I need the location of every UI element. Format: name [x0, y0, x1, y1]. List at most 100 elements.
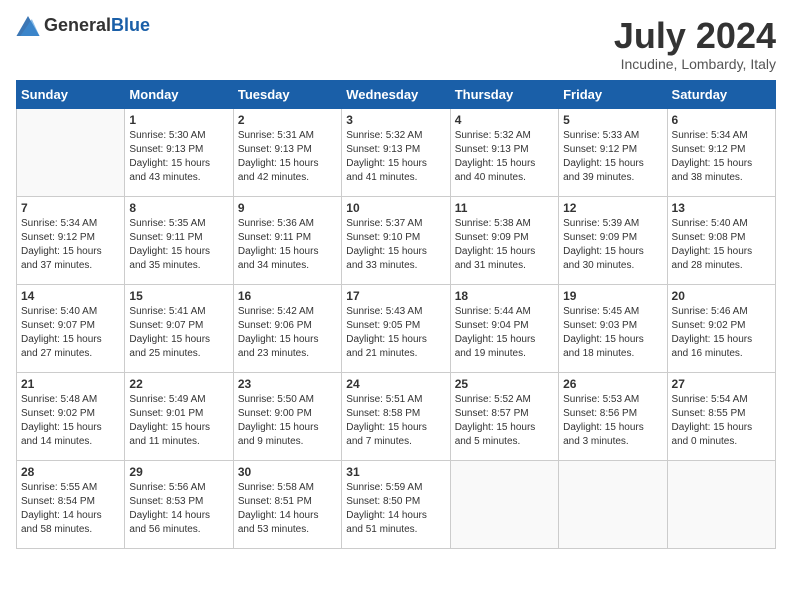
day-info: Sunrise: 5:35 AM Sunset: 9:11 PM Dayligh… [129, 217, 228, 273]
day-number: 3 [346, 113, 445, 127]
sunrise: Sunrise: 5:42 AM [238, 306, 314, 317]
sunset: Sunset: 9:01 PM [129, 408, 203, 419]
day-cell-0-3: 3 Sunrise: 5:32 AM Sunset: 9:13 PM Dayli… [342, 108, 450, 196]
day-info: Sunrise: 5:55 AM Sunset: 8:54 PM Dayligh… [21, 481, 120, 537]
day-info: Sunrise: 5:48 AM Sunset: 9:02 PM Dayligh… [21, 393, 120, 449]
col-monday: Monday [125, 80, 233, 108]
day-number: 16 [238, 289, 337, 303]
daylight: Daylight: 15 hours and 25 minutes. [129, 334, 210, 359]
logo: GeneralBlue [16, 16, 150, 36]
daylight: Daylight: 15 hours and 21 minutes. [346, 334, 427, 359]
daylight: Daylight: 14 hours and 58 minutes. [21, 510, 102, 535]
daylight: Daylight: 15 hours and 43 minutes. [129, 158, 210, 183]
day-number: 5 [563, 113, 662, 127]
day-info: Sunrise: 5:33 AM Sunset: 9:12 PM Dayligh… [563, 129, 662, 185]
daylight: Daylight: 15 hours and 27 minutes. [21, 334, 102, 359]
day-cell-3-3: 24 Sunrise: 5:51 AM Sunset: 8:58 PM Dayl… [342, 372, 450, 460]
sunset: Sunset: 9:09 PM [563, 232, 637, 243]
daylight: Daylight: 15 hours and 18 minutes. [563, 334, 644, 359]
day-info: Sunrise: 5:49 AM Sunset: 9:01 PM Dayligh… [129, 393, 228, 449]
daylight: Daylight: 15 hours and 41 minutes. [346, 158, 427, 183]
page-header: GeneralBlue July 2024 Incudine, Lombardy… [16, 16, 776, 72]
daylight: Daylight: 15 hours and 40 minutes. [455, 158, 536, 183]
sunrise: Sunrise: 5:31 AM [238, 130, 314, 141]
day-cell-2-3: 17 Sunrise: 5:43 AM Sunset: 9:05 PM Dayl… [342, 284, 450, 372]
sunset: Sunset: 8:50 PM [346, 496, 420, 507]
day-number: 4 [455, 113, 554, 127]
day-info: Sunrise: 5:32 AM Sunset: 9:13 PM Dayligh… [455, 129, 554, 185]
day-number: 24 [346, 377, 445, 391]
day-cell-4-1: 29 Sunrise: 5:56 AM Sunset: 8:53 PM Dayl… [125, 460, 233, 548]
day-info: Sunrise: 5:40 AM Sunset: 9:08 PM Dayligh… [672, 217, 771, 273]
day-cell-1-4: 11 Sunrise: 5:38 AM Sunset: 9:09 PM Dayl… [450, 196, 558, 284]
daylight: Daylight: 15 hours and 16 minutes. [672, 334, 753, 359]
title-block: July 2024 Incudine, Lombardy, Italy [614, 16, 776, 72]
daylight: Daylight: 15 hours and 14 minutes. [21, 422, 102, 447]
day-cell-3-4: 25 Sunrise: 5:52 AM Sunset: 8:57 PM Dayl… [450, 372, 558, 460]
day-number: 23 [238, 377, 337, 391]
day-number: 12 [563, 201, 662, 215]
day-number: 8 [129, 201, 228, 215]
daylight: Daylight: 15 hours and 33 minutes. [346, 246, 427, 271]
sunset: Sunset: 9:06 PM [238, 320, 312, 331]
day-number: 10 [346, 201, 445, 215]
day-info: Sunrise: 5:31 AM Sunset: 9:13 PM Dayligh… [238, 129, 337, 185]
daylight: Daylight: 15 hours and 35 minutes. [129, 246, 210, 271]
week-row-3: 21 Sunrise: 5:48 AM Sunset: 9:02 PM Dayl… [17, 372, 776, 460]
sunrise: Sunrise: 5:51 AM [346, 394, 422, 405]
daylight: Daylight: 15 hours and 34 minutes. [238, 246, 319, 271]
sunrise: Sunrise: 5:34 AM [21, 218, 97, 229]
sunset: Sunset: 9:13 PM [238, 144, 312, 155]
sunrise: Sunrise: 5:34 AM [672, 130, 748, 141]
sunrise: Sunrise: 5:38 AM [455, 218, 531, 229]
sunrise: Sunrise: 5:52 AM [455, 394, 531, 405]
day-cell-0-6: 6 Sunrise: 5:34 AM Sunset: 9:12 PM Dayli… [667, 108, 775, 196]
daylight: Daylight: 15 hours and 39 minutes. [563, 158, 644, 183]
sunset: Sunset: 9:02 PM [672, 320, 746, 331]
day-cell-2-4: 18 Sunrise: 5:44 AM Sunset: 9:04 PM Dayl… [450, 284, 558, 372]
sunset: Sunset: 9:05 PM [346, 320, 420, 331]
day-cell-3-2: 23 Sunrise: 5:50 AM Sunset: 9:00 PM Dayl… [233, 372, 341, 460]
day-cell-2-6: 20 Sunrise: 5:46 AM Sunset: 9:02 PM Dayl… [667, 284, 775, 372]
day-cell-0-4: 4 Sunrise: 5:32 AM Sunset: 9:13 PM Dayli… [450, 108, 558, 196]
daylight: Daylight: 15 hours and 0 minutes. [672, 422, 753, 447]
daylight: Daylight: 14 hours and 56 minutes. [129, 510, 210, 535]
daylight: Daylight: 15 hours and 30 minutes. [563, 246, 644, 271]
col-saturday: Saturday [667, 80, 775, 108]
week-row-0: 1 Sunrise: 5:30 AM Sunset: 9:13 PM Dayli… [17, 108, 776, 196]
day-info: Sunrise: 5:56 AM Sunset: 8:53 PM Dayligh… [129, 481, 228, 537]
calendar-table: Sunday Monday Tuesday Wednesday Thursday… [16, 80, 776, 549]
sunset: Sunset: 9:08 PM [672, 232, 746, 243]
day-number: 19 [563, 289, 662, 303]
daylight: Daylight: 15 hours and 11 minutes. [129, 422, 210, 447]
sunset: Sunset: 8:51 PM [238, 496, 312, 507]
sunset: Sunset: 8:55 PM [672, 408, 746, 419]
day-cell-4-6 [667, 460, 775, 548]
day-info: Sunrise: 5:59 AM Sunset: 8:50 PM Dayligh… [346, 481, 445, 537]
day-info: Sunrise: 5:36 AM Sunset: 9:11 PM Dayligh… [238, 217, 337, 273]
day-info: Sunrise: 5:41 AM Sunset: 9:07 PM Dayligh… [129, 305, 228, 361]
sunset: Sunset: 9:13 PM [455, 144, 529, 155]
sunrise: Sunrise: 5:58 AM [238, 482, 314, 493]
day-info: Sunrise: 5:51 AM Sunset: 8:58 PM Dayligh… [346, 393, 445, 449]
day-cell-1-6: 13 Sunrise: 5:40 AM Sunset: 9:08 PM Dayl… [667, 196, 775, 284]
day-number: 31 [346, 465, 445, 479]
day-info: Sunrise: 5:42 AM Sunset: 9:06 PM Dayligh… [238, 305, 337, 361]
sunset: Sunset: 8:57 PM [455, 408, 529, 419]
daylight: Daylight: 15 hours and 38 minutes. [672, 158, 753, 183]
sunset: Sunset: 8:54 PM [21, 496, 95, 507]
sunrise: Sunrise: 5:36 AM [238, 218, 314, 229]
day-number: 13 [672, 201, 771, 215]
day-info: Sunrise: 5:58 AM Sunset: 8:51 PM Dayligh… [238, 481, 337, 537]
sunset: Sunset: 9:11 PM [238, 232, 311, 243]
day-cell-0-1: 1 Sunrise: 5:30 AM Sunset: 9:13 PM Dayli… [125, 108, 233, 196]
day-cell-4-3: 31 Sunrise: 5:59 AM Sunset: 8:50 PM Dayl… [342, 460, 450, 548]
daylight: Daylight: 15 hours and 23 minutes. [238, 334, 319, 359]
col-wednesday: Wednesday [342, 80, 450, 108]
month-title: July 2024 [614, 16, 776, 56]
col-tuesday: Tuesday [233, 80, 341, 108]
daylight: Daylight: 15 hours and 37 minutes. [21, 246, 102, 271]
day-number: 30 [238, 465, 337, 479]
daylight: Daylight: 15 hours and 31 minutes. [455, 246, 536, 271]
sunset: Sunset: 9:10 PM [346, 232, 420, 243]
